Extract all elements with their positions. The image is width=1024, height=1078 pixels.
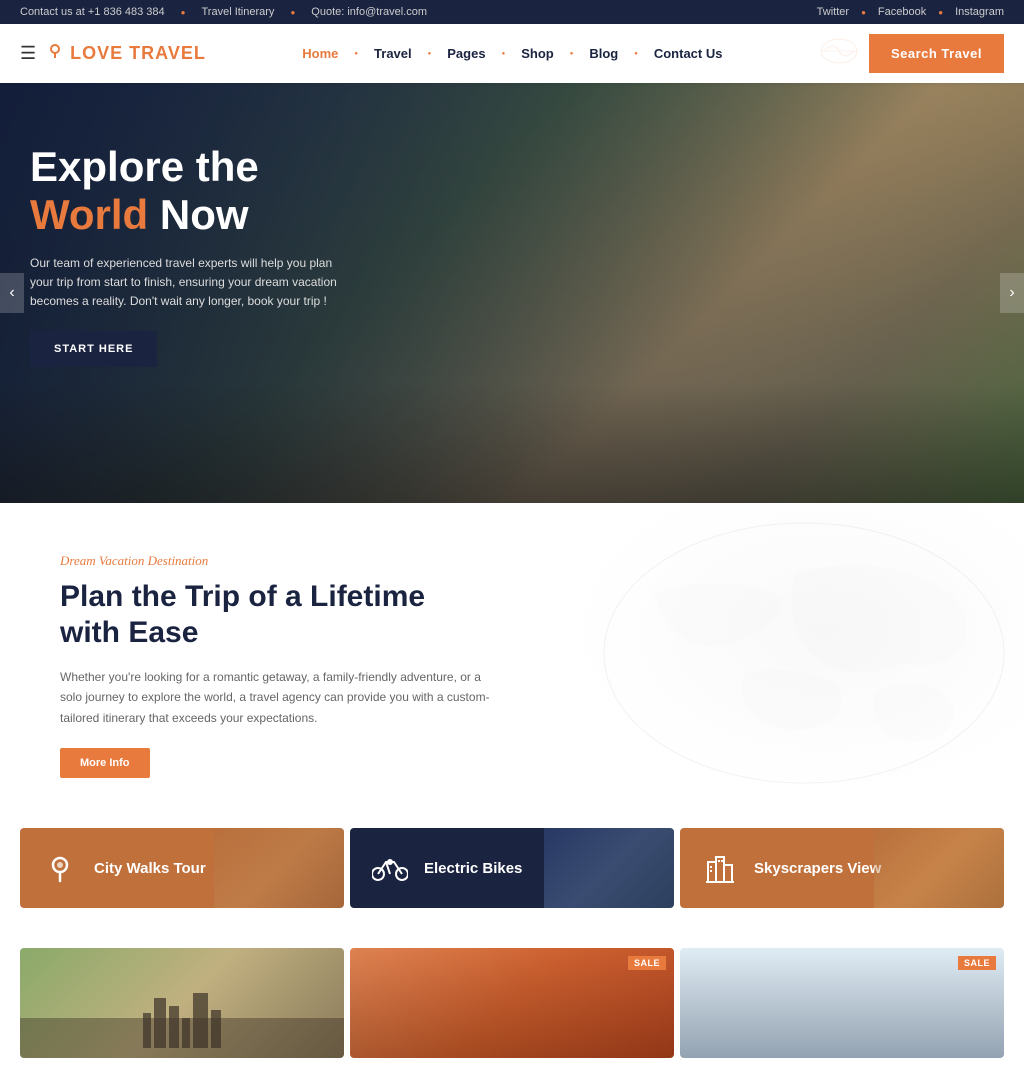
nav-pages[interactable]: Pages [437, 40, 495, 67]
hamburger-menu[interactable]: ☰ [20, 43, 36, 64]
tour-card-2-bg [544, 828, 674, 908]
dream-desc: Whether you're looking for a romantic ge… [60, 667, 500, 728]
top-bar-right: Twitter ● Facebook ● Instagram [817, 6, 1004, 18]
hero-cta-button[interactable]: START HERE [30, 331, 157, 367]
bottom-card-1-buildings [30, 993, 334, 1048]
world-map-svg [594, 513, 1014, 793]
dream-title: Plan the Trip of a Lifetime with Ease [60, 579, 480, 651]
bottom-cards-section: SALE SALE [0, 938, 1024, 1078]
header: ☰ LOVE TRAVEL Home ● Travel ● Pages ● Sh… [0, 24, 1024, 83]
nav-dot-1: ● [354, 51, 358, 57]
facebook-link[interactable]: Facebook [878, 6, 926, 18]
sale-badge-3: SALE [958, 956, 996, 970]
hero-content: Explore the World Now Our team of experi… [30, 143, 350, 367]
map-icon [819, 36, 859, 71]
hero-subtitle: Our team of experienced travel experts w… [30, 254, 350, 312]
dot-2: ● [290, 8, 295, 17]
hero-title-line1: Explore the [30, 143, 259, 190]
bike-icon [370, 848, 410, 888]
header-left: ☰ LOVE TRAVEL [20, 42, 206, 65]
map-pin-icon [40, 848, 80, 888]
instagram-link[interactable]: Instagram [955, 6, 1004, 18]
tour-card-electric-bikes[interactable]: Electric Bikes [350, 828, 674, 908]
main-nav: Home ● Travel ● Pages ● Shop ● Blog ● Co… [292, 40, 732, 67]
tour-card-skyscrapers[interactable]: Skyscrapers View [680, 828, 1004, 908]
hero-title-orange: World [30, 191, 148, 238]
hero-bottom-fade [0, 383, 1024, 503]
hero-section: ‹ › Explore the World Now Our team of ex… [0, 83, 1024, 503]
tour-card-1-label: City Walks Tour [94, 860, 206, 877]
logo: LOVE TRAVEL [46, 42, 206, 65]
bottom-card-1[interactable] [20, 948, 344, 1058]
dot-3: ● [861, 8, 866, 17]
tour-cards-section: City Walks Tour Electric Bikes [0, 808, 1024, 938]
bottom-card-2-overlay [350, 948, 674, 1058]
search-travel-button[interactable]: Search Travel [869, 34, 1004, 73]
logo-text: LOVE TRAVEL [70, 43, 206, 64]
travel-itinerary-link[interactable]: Travel Itinerary [201, 6, 274, 18]
tour-card-city-walks[interactable]: City Walks Tour [20, 828, 344, 908]
tour-card-3-label: Skyscrapers View [754, 860, 881, 877]
hero-arrow-left[interactable]: ‹ [0, 273, 24, 313]
hero-title: Explore the World Now [30, 143, 350, 240]
dot-1: ● [181, 8, 186, 17]
top-bar: Contact us at +1 836 483 384 ● Travel It… [0, 0, 1024, 24]
nav-shop[interactable]: Shop [511, 40, 564, 67]
building-icon [700, 848, 740, 888]
dream-section: Dream Vacation Destination Plan the Trip… [0, 503, 1024, 808]
tour-card-2-label: Electric Bikes [424, 860, 522, 877]
bottom-card-2[interactable]: SALE [350, 948, 674, 1058]
tour-card-1-bg [214, 828, 344, 908]
dot-4: ● [938, 8, 943, 17]
nav-home[interactable]: Home [292, 40, 348, 67]
logo-part1: LOVE [70, 43, 129, 63]
quote-info: Quote: info@travel.com [311, 6, 427, 18]
sale-badge-2: SALE [628, 956, 666, 970]
logo-part2: TRAVEL [129, 43, 206, 63]
twitter-link[interactable]: Twitter [817, 6, 849, 18]
header-right: Search Travel [819, 34, 1004, 73]
hero-title-white: Now [148, 191, 248, 238]
nav-dot-4: ● [570, 51, 574, 57]
bottom-card-3-overlay [680, 948, 1004, 1058]
nav-contact[interactable]: Contact Us [644, 40, 733, 67]
nav-dot-3: ● [502, 51, 506, 57]
nav-travel[interactable]: Travel [364, 40, 422, 67]
bottom-card-3[interactable]: SALE [680, 948, 1004, 1058]
more-info-button[interactable]: More Info [60, 748, 150, 778]
logo-icon [46, 42, 64, 65]
nav-dot-5: ● [634, 51, 638, 57]
nav-blog[interactable]: Blog [579, 40, 628, 67]
tour-card-3-bg [874, 828, 1004, 908]
top-bar-left: Contact us at +1 836 483 384 ● Travel It… [20, 6, 427, 18]
contact-info: Contact us at +1 836 483 384 [20, 6, 165, 18]
nav-dot-2: ● [428, 51, 432, 57]
hero-arrow-right[interactable]: › [1000, 273, 1024, 313]
